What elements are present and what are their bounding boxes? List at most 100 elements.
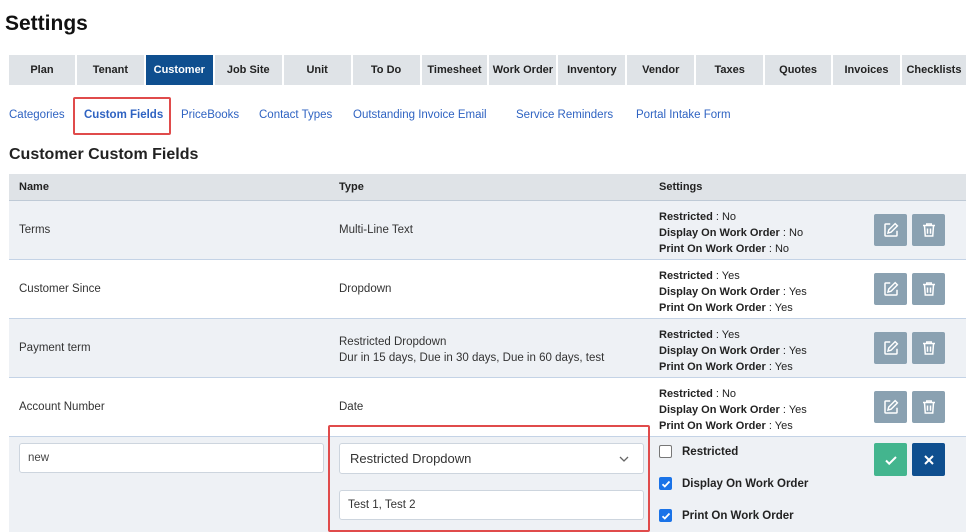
tab-checklists[interactable]: Checklists — [901, 55, 966, 85]
separator: : — [765, 302, 775, 314]
display-on-work-order-checkbox[interactable]: Display On Work Order — [659, 477, 808, 490]
print-value: Yes — [774, 420, 793, 432]
separator: : — [779, 345, 789, 357]
tab-plan[interactable]: Plan — [9, 55, 77, 85]
tab-timesheet[interactable]: Timesheet — [421, 55, 490, 85]
custom-fields-table: Name Type Settings Terms Multi-Line Text… — [9, 174, 966, 532]
print-on-work-order-checkbox[interactable]: Print On Work Order — [659, 509, 794, 522]
tab-work-order[interactable]: Work Order — [489, 55, 559, 85]
print-value: No — [774, 243, 789, 255]
field-type-select[interactable]: Restricted Dropdown — [339, 443, 644, 474]
print-value: Yes — [774, 302, 793, 314]
field-type: Dropdown — [339, 283, 392, 295]
delete-button[interactable] — [912, 332, 945, 364]
trash-icon — [922, 341, 935, 355]
checkbox-checked-icon — [659, 509, 672, 522]
subnav-custom-fields[interactable]: Custom Fields — [84, 109, 163, 121]
restricted-checkbox[interactable]: Restricted — [659, 445, 738, 458]
print-label: Print On Work Order — [659, 302, 766, 314]
field-settings: Restricted : No Display On Work Order : … — [659, 209, 803, 257]
tab-quotes[interactable]: Quotes — [765, 55, 834, 85]
separator: : — [712, 388, 722, 400]
display-label: Display On Work Order — [659, 345, 780, 357]
delete-button[interactable] — [912, 391, 945, 423]
tab-inventory[interactable]: Inventory — [558, 55, 628, 85]
field-name: Account Number — [19, 401, 105, 413]
display-value: No — [789, 227, 804, 239]
table-row: Account Number Date Restricted : No Disp… — [9, 378, 966, 437]
separator: : — [779, 227, 789, 239]
main-tabs: Plan Tenant Customer Job Site Unit To Do… — [9, 55, 966, 85]
display-value: Yes — [788, 404, 807, 416]
tab-to-do[interactable]: To Do — [352, 55, 422, 85]
edit-icon — [883, 281, 898, 296]
table-row: Customer Since Dropdown Restricted : Yes… — [9, 260, 966, 319]
edit-button[interactable] — [874, 332, 907, 364]
dropdown-options-input[interactable]: Test 1, Test 2 — [339, 490, 644, 520]
tab-taxes[interactable]: Taxes — [696, 55, 766, 85]
display-checkbox-label: Display On Work Order — [682, 477, 809, 490]
field-settings: Restricted : No Display On Work Order : … — [659, 386, 807, 434]
field-type: Multi-Line Text — [339, 224, 413, 236]
field-settings: Restricted : Yes Display On Work Order :… — [659, 268, 807, 316]
field-type-options: Dur in 15 days, Due in 30 days, Due in 6… — [339, 352, 605, 364]
separator: : — [779, 286, 789, 298]
tab-job-site[interactable]: Job Site — [214, 55, 284, 85]
delete-button[interactable] — [912, 214, 945, 246]
tab-tenant[interactable]: Tenant — [76, 55, 146, 85]
column-header-name: Name — [19, 181, 49, 193]
restricted-label: Restricted — [659, 329, 713, 341]
checkbox-checked-icon — [659, 477, 672, 490]
field-name: Terms — [19, 224, 51, 236]
save-button[interactable] — [874, 443, 907, 476]
display-label: Display On Work Order — [659, 286, 780, 298]
print-label: Print On Work Order — [659, 243, 766, 255]
cancel-button[interactable] — [912, 443, 945, 476]
tab-customer[interactable]: Customer — [145, 55, 215, 85]
restricted-value: Yes — [721, 329, 740, 341]
field-type: Date — [339, 401, 364, 413]
field-type: Restricted Dropdown Dur in 15 days, Due … — [339, 334, 604, 366]
table-header: Name Type Settings — [9, 174, 966, 201]
subnav-portal-intake-form[interactable]: Portal Intake Form — [636, 109, 731, 121]
restricted-checkbox-label: Restricted — [682, 445, 739, 458]
subnav-service-reminders[interactable]: Service Reminders — [516, 109, 613, 121]
trash-icon — [922, 400, 935, 414]
checkmark-icon — [884, 455, 897, 465]
restricted-value: No — [721, 388, 737, 400]
field-settings: Restricted : Yes Display On Work Order :… — [659, 327, 807, 375]
separator: : — [712, 329, 722, 341]
subnav-outstanding-invoice-email[interactable]: Outstanding Invoice Email — [353, 109, 487, 121]
print-checkbox-label: Print On Work Order — [682, 509, 794, 522]
checkbox-unchecked-icon — [659, 445, 672, 458]
trash-icon — [922, 223, 935, 237]
separator: : — [712, 270, 722, 282]
subnav-contact-types[interactable]: Contact Types — [259, 109, 332, 121]
separator: : — [712, 211, 722, 223]
column-header-settings: Settings — [659, 181, 703, 193]
edit-button[interactable] — [874, 391, 907, 423]
print-label: Print On Work Order — [659, 361, 766, 373]
separator: : — [765, 420, 775, 432]
field-name-input[interactable]: new — [19, 443, 324, 473]
field-type-label: Restricted Dropdown — [339, 336, 447, 348]
subnav-categories[interactable]: Categories — [9, 109, 65, 121]
section-title: Customer Custom Fields — [9, 146, 199, 163]
close-icon — [923, 454, 934, 465]
edit-button[interactable] — [874, 273, 907, 305]
tab-unit[interactable]: Unit — [283, 55, 353, 85]
separator: : — [765, 243, 775, 255]
display-value: Yes — [788, 345, 807, 357]
tab-vendor[interactable]: Vendor — [627, 55, 697, 85]
trash-icon — [922, 282, 935, 296]
table-row: Terms Multi-Line Text Restricted : No Di… — [9, 201, 966, 260]
delete-button[interactable] — [912, 273, 945, 305]
field-type-selected: Restricted Dropdown — [350, 451, 472, 466]
edit-button[interactable] — [874, 214, 907, 246]
subnav-pricebooks[interactable]: PriceBooks — [181, 109, 239, 121]
field-name: Payment term — [19, 342, 91, 354]
table-row: Payment term Restricted Dropdown Dur in … — [9, 319, 966, 378]
edit-icon — [883, 399, 898, 414]
separator: : — [779, 404, 789, 416]
tab-invoices[interactable]: Invoices — [833, 55, 902, 85]
